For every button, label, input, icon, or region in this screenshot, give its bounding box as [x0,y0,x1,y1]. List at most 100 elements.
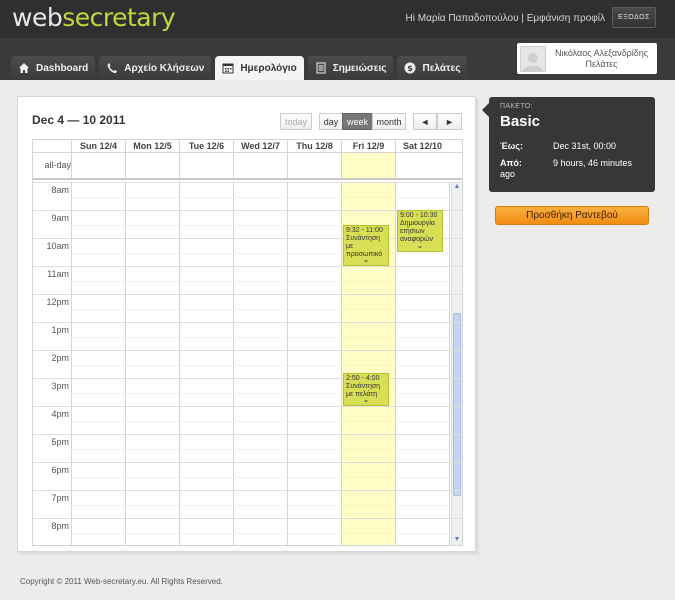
half-hour-line [71,421,450,422]
hour-label: 4pm [51,409,69,419]
package-panel: ΠΑΚΕΤΟ: Basic Έως: Dec 31st, 00:00 Από: … [482,97,655,192]
prev-week-button[interactable]: ◄ [413,113,437,130]
package-label: ΠΑΚΕΤΟ: [500,103,533,110]
hour-row[interactable]: 1pm [33,322,462,350]
nav-bar: Dashboard Αρχείο Κλήσεων Ημερολόγιο Σημε… [0,38,675,80]
tab-calendar[interactable]: Ημερολόγιο [215,56,304,80]
hour-row[interactable]: 6pm [33,462,462,490]
hour-label: 10am [46,241,69,251]
phone-icon [106,62,118,74]
half-hour-line [71,225,450,226]
profile-name: Νικόλαος Αλεξανδρίδης Πελάτες [546,48,657,70]
calendar-event[interactable]: 9:32 - 11:00 Συνάντηση με προσωπικό = [343,224,389,266]
day-column-line [125,153,126,178]
hour-label: 11am [47,269,69,279]
half-hour-line [71,393,450,394]
logo-text-secretary: secretary [62,3,176,32]
tab-label: Πελάτες [422,62,461,74]
allday-label: all-day [44,160,71,170]
hour-row[interactable]: 4pm [33,406,462,434]
calendar-event[interactable]: 9:00 - 10:30 Δημιουργία ετήσιων αναφορών = [397,210,443,252]
today-column [341,153,395,178]
package-until-row: Έως: Dec 31st, 00:00 [500,141,616,151]
main-tabs: Dashboard Αρχείο Κλήσεων Ημερολόγιο Σημε… [11,56,468,80]
half-hour-line [71,197,450,198]
hour-row[interactable]: 5pm [33,434,462,462]
hour-label: 7pm [51,493,69,503]
event-title: Συνάντηση με πελάτη [346,383,381,399]
calendar-event[interactable]: 2:50 - 4:00 Συνάντηση με πελάτη = [343,373,389,406]
day-column-line [71,153,72,178]
next-week-button[interactable]: ► [437,113,462,130]
tab-label: Ημερολόγιο [240,62,297,74]
hour-row[interactable]: 8am [33,182,462,210]
package-since-row: Από: 9 hours, 46 minutes [500,158,632,168]
day-column-line [395,153,396,178]
hour-row[interactable]: 12pm [33,294,462,322]
day-header-row: Sun 12/4 Mon 12/5 Tue 12/6 Wed 12/7 Thu 12/8… [33,140,462,153]
hour-row[interactable]: 8pm [33,518,462,545]
time-grid[interactable]: ▲ ▼ 8am 9am 10am 11am 12pm 1pm 2pm 3pm 4pm 5pm 6pm… [33,182,462,545]
dollar-icon: $ [404,62,416,74]
half-hour-line [71,309,450,310]
event-resize-handle[interactable]: = [344,399,388,405]
logo-text-web: web [12,3,63,32]
hour-label: 6pm [51,465,69,475]
half-hour-line [71,449,450,450]
week-grid: Sun 12/4 Mon 12/5 Tue 12/6 Wed 12/7 Thu 12/8… [32,139,463,546]
hour-row[interactable]: 7pm [33,490,462,518]
tab-notes[interactable]: Σημειώσεις [307,56,394,80]
tab-clients[interactable]: $ Πελάτες [397,56,468,80]
hour-label: 9am [51,213,69,223]
until-value: Dec 31st, 00:00 [553,141,617,151]
hour-label: 8am [51,185,69,195]
profile-card[interactable]: Νικόλαος Αλεξανδρίδης Πελάτες [517,43,657,74]
hour-row[interactable]: 3pm [33,378,462,406]
half-hour-line [71,477,450,478]
hour-label: 3pm [51,381,69,391]
calendar-panel: Dec 4 — 10 2011 today day week month ◄ ►… [17,96,476,552]
view-week-button[interactable]: week [342,113,373,130]
view-day-button[interactable]: day [319,113,343,130]
user-greeting[interactable]: Hi Μαρία Παπαδοπούλου | Εμφάνιση προφίλ [406,13,605,24]
svg-text:$: $ [408,64,414,73]
day-header[interactable]: Sat 12/10 [395,140,449,153]
hour-row[interactable]: 11am [33,266,462,294]
tab-label: Αρχείο Κλήσεων [124,62,205,74]
half-hour-line [71,337,450,338]
logout-button[interactable]: ΕΞΟΔΟΣ [612,7,656,28]
event-resize-handle[interactable]: = [398,245,442,251]
tab-label: Σημειώσεις [332,62,387,74]
allday-row[interactable]: all-day [33,153,462,180]
day-header[interactable]: Fri 12/9 [341,140,395,153]
day-header[interactable]: Tue 12/6 [179,140,233,153]
day-header[interactable]: Wed 12/7 [233,140,287,153]
today-button[interactable]: today [280,113,312,130]
hour-label: 8pm [51,521,69,531]
day-header[interactable]: Sun 12/4 [71,140,125,153]
day-header[interactable]: Mon 12/5 [125,140,179,153]
hour-label: 1pm [51,325,69,335]
hour-label: 2pm [51,353,69,363]
avatar [520,45,546,72]
day-header[interactable]: Thu 12/8 [287,140,341,153]
half-hour-line [71,533,450,534]
event-resize-handle[interactable]: = [344,259,388,265]
tab-call-log[interactable]: Αρχείο Κλήσεων [99,56,212,80]
day-column-line [179,153,180,178]
tab-dashboard[interactable]: Dashboard [11,56,96,80]
profile-name-line1: Νικόλαος Αλεξανδρίδης [554,47,649,58]
calendar-icon [222,62,234,74]
since-label: Από: [500,158,522,168]
hour-label: 5pm [51,437,69,447]
home-icon [18,62,30,74]
day-column-line [287,153,288,178]
tab-label: Dashboard [36,62,89,74]
hour-row[interactable]: 2pm [33,350,462,378]
half-hour-line [71,505,450,506]
view-month-button[interactable]: month [372,113,406,130]
half-hour-line [71,253,450,254]
add-appointment-button[interactable]: Προσθήκη Ραντεβού [495,206,649,225]
since-value: 9 hours, 46 minutes [553,158,633,168]
logo[interactable]: websecretary [12,3,176,32]
